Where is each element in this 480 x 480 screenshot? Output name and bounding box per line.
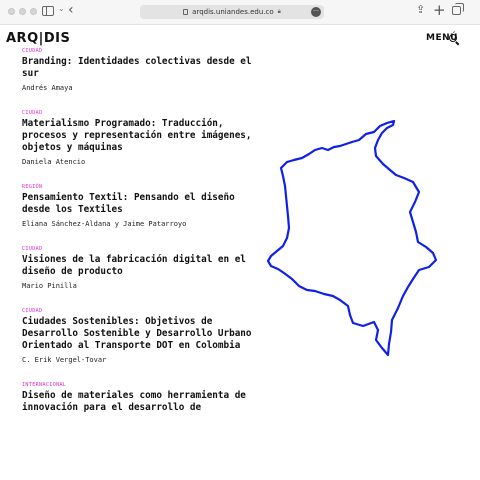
zoom-window-button[interactable] (30, 8, 37, 15)
article-author: Daniela Atencio (22, 158, 86, 166)
url-text: arqdis.uniandes.edu.co (192, 8, 274, 16)
new-tab-icon[interactable]: + (433, 1, 446, 19)
chevron-down-icon[interactable]: ⌄ (58, 4, 65, 13)
article-author: Mario Pinilla (22, 282, 77, 290)
lock-icon: 🔒︎ (277, 8, 281, 15)
article-author: Andrés Amaya (22, 84, 73, 92)
more-options-icon[interactable]: ··· (311, 7, 321, 17)
article-title[interactable]: Diseño de materiales como herramienta de… (22, 390, 254, 414)
article-item[interactable]: CIUDAD Branding: Identidades colectivas … (22, 48, 254, 93)
article-category[interactable]: CIUDAD (22, 246, 254, 252)
article-category[interactable]: REGIÓN (22, 184, 254, 190)
article-item[interactable]: CIUDAD Ciudades Sostenibles: Objetivos d… (22, 308, 254, 365)
page-icon (183, 9, 189, 15)
article-title[interactable]: Visiones de la fabricación digital en el… (22, 254, 254, 278)
article-title[interactable]: Pensamiento Textil: Pensando el diseño d… (22, 192, 254, 216)
article-item[interactable]: CIUDAD Materialismo Programado: Traducci… (22, 110, 254, 167)
address-bar[interactable]: arqdis.uniandes.edu.co 🔒︎ ··· (140, 5, 324, 19)
article-category[interactable]: CIUDAD (22, 308, 254, 314)
article-item[interactable]: INTERNACIONAL Diseño de materiales como … (22, 382, 254, 414)
share-icon[interactable]: ⇪ (416, 3, 425, 16)
article-category[interactable]: CIUDAD (22, 110, 254, 116)
article-title[interactable]: Branding: Identidades colectivas desde e… (22, 56, 254, 80)
back-arrow-icon[interactable]: ‹ (68, 2, 74, 18)
article-title[interactable]: Materialismo Programado: Traducción, pro… (22, 118, 254, 154)
article-item[interactable]: CIUDAD Visiones de la fabricación digita… (22, 246, 254, 291)
article-list: CIUDAD Branding: Identidades colectivas … (22, 48, 254, 431)
browser-toolbar: ⌄ ‹ arqdis.uniandes.edu.co 🔒︎ ··· ⇪ + (0, 0, 480, 25)
colombia-map-outline-icon (266, 120, 438, 357)
article-title[interactable]: Ciudades Sostenibles: Objetivos de Desar… (22, 316, 254, 352)
article-author: Eliana Sánchez-Aldana y Jaime Patarroyo (22, 220, 187, 228)
sidebar-toggle-icon[interactable] (42, 6, 54, 16)
search-icon[interactable] (449, 34, 457, 42)
window-controls (8, 8, 37, 15)
site-logo[interactable]: ARQ|DIS (6, 31, 70, 46)
close-window-button[interactable] (8, 8, 15, 15)
tab-overview-icon[interactable] (452, 3, 464, 15)
article-author: C. Erik Vergel-Tovar (22, 356, 107, 364)
article-category[interactable]: CIUDAD (22, 48, 254, 54)
minimize-window-button[interactable] (19, 8, 26, 15)
article-item[interactable]: REGIÓN Pensamiento Textil: Pensando el d… (22, 184, 254, 229)
article-category[interactable]: INTERNACIONAL (22, 382, 254, 388)
map-outline-path (266, 120, 438, 357)
